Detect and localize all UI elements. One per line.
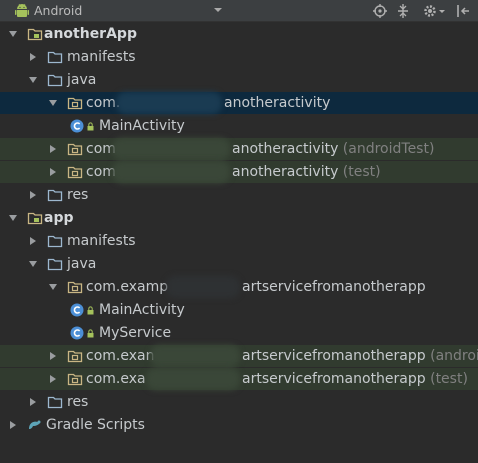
tree-row-2[interactable]: java — [0, 69, 478, 91]
tree-node-label: Gradle Scripts — [46, 417, 145, 433]
gradle-icon — [29, 420, 41, 429]
collapse-all-icon[interactable] — [395, 3, 411, 19]
package-name-end: anotheractivity (test) — [232, 164, 381, 180]
package-name-end: artservicefromanotherapp (test) — [242, 371, 468, 387]
tree-row-8[interactable]: app — [0, 207, 478, 229]
folder-icon — [47, 396, 63, 409]
lock-icon — [87, 329, 94, 338]
expanded-arrow-icon[interactable] — [48, 282, 58, 292]
expanded-arrow-icon[interactable] — [8, 29, 18, 39]
collapsed-arrow-icon[interactable] — [8, 420, 18, 430]
redacted-region — [112, 138, 230, 160]
locate-icon[interactable] — [372, 3, 388, 19]
tree-node-label: com.exa — [86, 370, 146, 388]
redacted-region — [150, 345, 240, 367]
lock-icon — [87, 122, 94, 131]
expanded-arrow-icon[interactable] — [28, 259, 38, 269]
tree-node-label: res — [67, 187, 89, 203]
tree-row-4[interactable]: MainActivity — [0, 115, 478, 137]
source-set-suffix: (androidTest) — [338, 141, 435, 157]
tree-row-9[interactable]: manifests — [0, 230, 478, 252]
package-name-end: anotheractivity — [224, 95, 331, 111]
package-folder-icon — [67, 281, 83, 294]
class-icon — [70, 303, 84, 317]
lock-icon — [87, 306, 94, 315]
tree-node-label: app — [44, 210, 74, 226]
package-folder-icon — [67, 350, 83, 363]
tree-row-13[interactable]: MyService — [0, 322, 478, 344]
collapsed-arrow-icon[interactable] — [28, 190, 38, 200]
project-view-toolbar: Android — [0, 0, 478, 22]
source-set-suffix: (androic — [430, 348, 478, 364]
android-icon — [15, 3, 29, 17]
collapsed-arrow-icon[interactable] — [28, 397, 38, 407]
package-name-end: anotheractivity (androidTest) — [232, 141, 435, 157]
module-folder-icon — [27, 212, 43, 225]
redacted-region — [166, 276, 240, 298]
folder-icon — [47, 189, 63, 202]
expanded-arrow-icon[interactable] — [28, 75, 38, 85]
class-icon — [70, 119, 84, 133]
collapsed-arrow-icon[interactable] — [48, 144, 58, 154]
tree-node-label: manifests — [67, 49, 136, 65]
module-folder-icon — [27, 28, 43, 41]
hide-icon[interactable] — [455, 3, 471, 19]
tree-row-10[interactable]: java — [0, 253, 478, 275]
folder-icon — [47, 235, 63, 248]
tree-row-7[interactable]: res — [0, 184, 478, 206]
tree-row-12[interactable]: MainActivity — [0, 299, 478, 321]
package-folder-icon — [67, 143, 83, 156]
package-name-end: artservicefromanotherapp (androic — [242, 347, 478, 365]
package-name-start: com.exan — [86, 348, 155, 364]
collapsed-arrow-icon[interactable] — [48, 374, 58, 384]
chevron-down-icon[interactable] — [213, 5, 223, 15]
redacted-region — [112, 161, 230, 183]
folder-icon — [47, 51, 63, 64]
package-folder-icon — [67, 166, 83, 179]
package-folder-icon — [67, 373, 83, 386]
expanded-arrow-icon[interactable] — [8, 213, 18, 223]
collapsed-arrow-icon[interactable] — [48, 351, 58, 361]
settings-icon[interactable] — [422, 3, 438, 19]
tree-row-0[interactable]: anotherApp — [0, 23, 478, 45]
folder-icon — [47, 74, 63, 87]
tree-node-label: anotherApp — [44, 26, 137, 42]
tree-node-label: manifests — [67, 233, 136, 249]
tree-row-16[interactable]: res — [0, 391, 478, 413]
settings-dropdown-icon[interactable] — [438, 3, 446, 19]
tree-node-label: MyService — [99, 325, 172, 341]
tree-node-label: com.examp — [86, 278, 168, 296]
tree-row-6[interactable]: com anotheractivity (test) — [0, 161, 478, 183]
redacted-region — [116, 92, 222, 114]
tree-node-label: MainActivity — [99, 118, 185, 134]
tree-row-3[interactable]: com. anotheractivity — [0, 92, 478, 114]
package-folder-icon — [67, 97, 83, 110]
package-name-start: com.examp — [86, 279, 169, 295]
tree-node-label: MainActivity — [99, 302, 185, 318]
source-set-suffix: (test) — [338, 164, 381, 180]
package-name-start: com.exa — [86, 371, 146, 387]
tree-row-5[interactable]: com anotheractivity (androidTest) — [0, 138, 478, 160]
collapsed-arrow-icon[interactable] — [28, 236, 38, 246]
tree-node-label: res — [67, 394, 89, 410]
tree-node-label: com.exan — [86, 347, 154, 365]
view-selector-label[interactable]: Android — [34, 3, 82, 18]
class-icon — [70, 326, 84, 340]
expanded-arrow-icon[interactable] — [48, 98, 58, 108]
tree-node-label: java — [67, 72, 97, 88]
collapsed-arrow-icon[interactable] — [28, 52, 38, 62]
tree-row-1[interactable]: manifests — [0, 46, 478, 68]
folder-icon — [47, 258, 63, 271]
project-tree: anotherApp manifests java com. anotheractivi… — [0, 22, 478, 463]
tree-row-15[interactable]: com.exa artservicefromanotherapp (test) — [0, 368, 478, 390]
tree-row-14[interactable]: com.exan artservicefromanotherapp (androi… — [0, 345, 478, 367]
package-name-end: artservicefromanotherapp — [242, 279, 426, 295]
tree-row-11[interactable]: com.examp artservicefromanotherapp — [0, 276, 478, 298]
tree-node-label: java — [67, 256, 97, 272]
tree-row-17[interactable]: Gradle Scripts — [0, 414, 478, 436]
redacted-region — [146, 368, 240, 390]
collapsed-arrow-icon[interactable] — [48, 167, 58, 177]
source-set-suffix: (test) — [425, 371, 468, 387]
